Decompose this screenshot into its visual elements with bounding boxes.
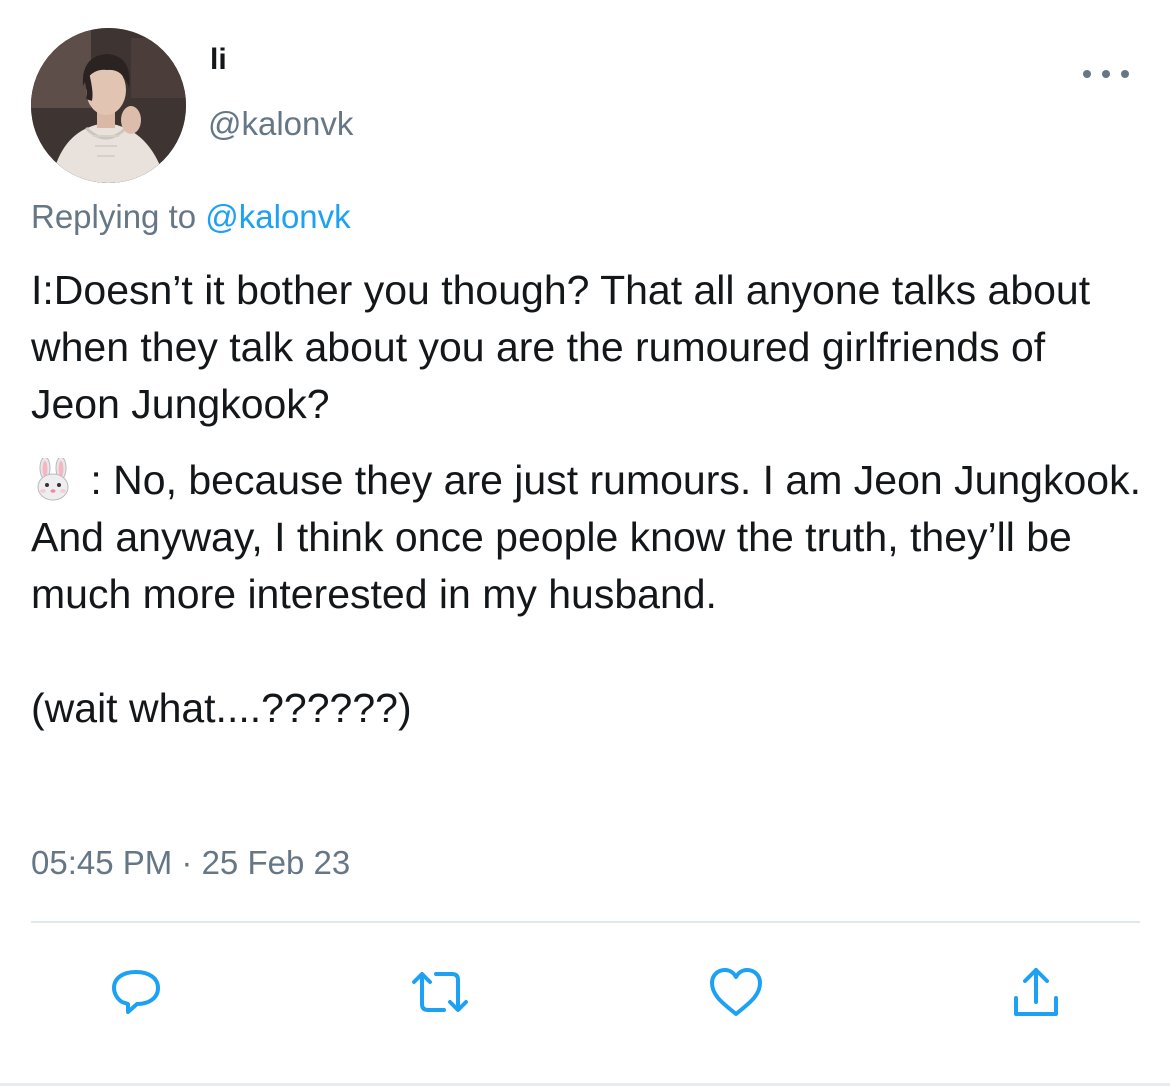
reply-button[interactable]: [104, 960, 168, 1024]
tweet-paragraph-1: I:Doesn’t it bother you though? That all…: [31, 267, 1091, 427]
tweet-paragraph-3: (wait what....??????): [31, 685, 412, 731]
user-handle[interactable]: @kalonvk: [208, 102, 353, 146]
more-dot-icon: [1083, 70, 1091, 78]
tweet-paragraph-2-text: : No, because they are just rumours. I a…: [31, 457, 1141, 617]
more-dot-icon: [1102, 70, 1110, 78]
replying-prefix: Replying to: [31, 198, 206, 235]
heart-icon: [710, 968, 762, 1016]
rabbit-face-icon: [37, 458, 69, 501]
tweet-text: I:Doesn’t it bother you though? That all…: [31, 262, 1141, 737]
replying-to: Replying to @kalonvk: [31, 194, 351, 240]
divider: [31, 921, 1140, 923]
avatar-image: [31, 28, 186, 183]
retweet-icon: [412, 972, 468, 1012]
share-icon: [1014, 968, 1058, 1016]
tweet-card: li @kalonvk Replying to @kalonvk I:Doesn…: [0, 0, 1170, 1086]
more-options-button[interactable]: [1083, 60, 1129, 88]
tweet-paragraph-2: : No, because they are just rumours. I a…: [31, 452, 1141, 623]
replying-handle-link[interactable]: @kalonvk: [205, 198, 350, 235]
retweet-button[interactable]: [408, 960, 472, 1024]
like-button[interactable]: [704, 960, 768, 1024]
more-dot-icon: [1121, 70, 1129, 78]
action-bar: [0, 960, 1170, 1030]
display-name[interactable]: li: [210, 40, 227, 80]
tweet-timestamp[interactable]: 05:45 PM · 25 Feb 23: [31, 840, 350, 886]
share-button[interactable]: [1004, 960, 1068, 1024]
avatar[interactable]: [31, 28, 186, 183]
reply-icon: [112, 970, 160, 1014]
